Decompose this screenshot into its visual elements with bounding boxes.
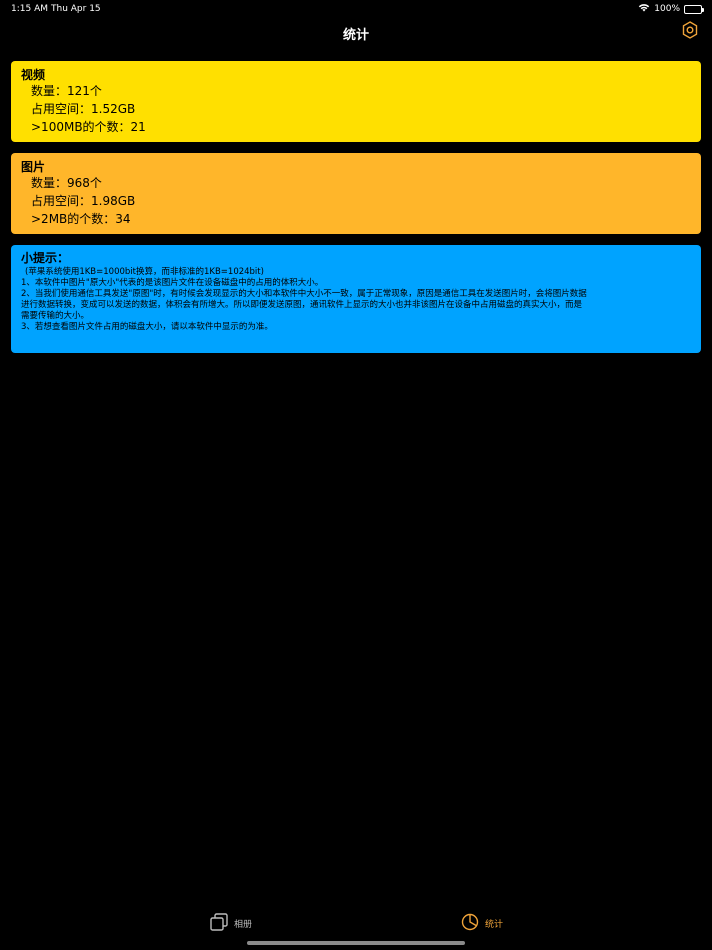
tips-note: (苹果系统使用1KB=1000bit换算，而非标准的1KB=1024bit): [25, 267, 264, 277]
tips-line-2a: 2、当我们使用通信工具发送"原图"时，有时候会发现显示的大小和本软件中大小不一致…: [21, 289, 587, 299]
page-title: 统计: [342, 28, 369, 43]
pie-chart-icon: [461, 913, 479, 934]
video-card-title: 视频: [21, 68, 46, 82]
tab-stats-label: 统计: [485, 920, 504, 930]
video-large-count: >100MB的个数：21: [31, 120, 146, 134]
image-large-count: >2MB的个数：34: [31, 212, 131, 226]
settings-button[interactable]: [680, 21, 700, 43]
tips-line-2c: 需要传输的大小。: [21, 311, 90, 321]
video-stats-card: 视频 数量：121个 占用空间：1.52GB >100MB的个数：21: [11, 61, 701, 142]
tips-title: 小提示：: [21, 251, 70, 265]
video-count: 数量：121个: [31, 84, 102, 98]
image-storage: 占用空间：1.98GB: [31, 194, 136, 208]
status-bar: 1:15 AM Thu Apr 15 100%: [0, 0, 712, 18]
tips-line-3: 3、若想查看图片文件占用的磁盘大小，请以本软件中显示的为准。: [21, 322, 273, 332]
wifi-icon: [638, 3, 650, 15]
tips-line-2b: 进行数据转换，变成可以发送的数据，体积会有所增大。所以即便发送原图，通讯软件上显…: [21, 300, 583, 310]
status-time: 1:15 AM: [11, 4, 48, 14]
tips-card: 小提示： (苹果系统使用1KB=1000bit换算，而非标准的1KB=1024b…: [11, 245, 701, 353]
image-count: 数量：968个: [31, 176, 102, 190]
home-indicator: [247, 941, 465, 945]
battery-icon: [684, 4, 704, 14]
screen: 1:15 AM Thu Apr 15 100% 统计 视频 数量：121个 占用…: [0, 0, 712, 950]
tips-line-1: 1、本软件中图片"原大小"代表的是该图片文件在设备磁盘中的占用的体积大小。: [21, 278, 324, 288]
status-indicators: 100%: [638, 3, 704, 15]
tab-album-label: 相册: [234, 920, 253, 930]
album-icon: [210, 913, 228, 934]
tab-stats[interactable]: 统计: [461, 913, 503, 934]
image-card-title: 图片: [21, 160, 46, 174]
gear-icon: [682, 21, 698, 43]
video-storage: 占用空间：1.52GB: [31, 102, 136, 116]
battery-percent: 100%: [654, 4, 680, 14]
image-stats-card: 图片 数量：968个 占用空间：1.98GB >2MB的个数：34: [11, 153, 701, 234]
status-date: Thu Apr 15: [51, 4, 101, 14]
tab-album[interactable]: 相册: [210, 913, 252, 934]
